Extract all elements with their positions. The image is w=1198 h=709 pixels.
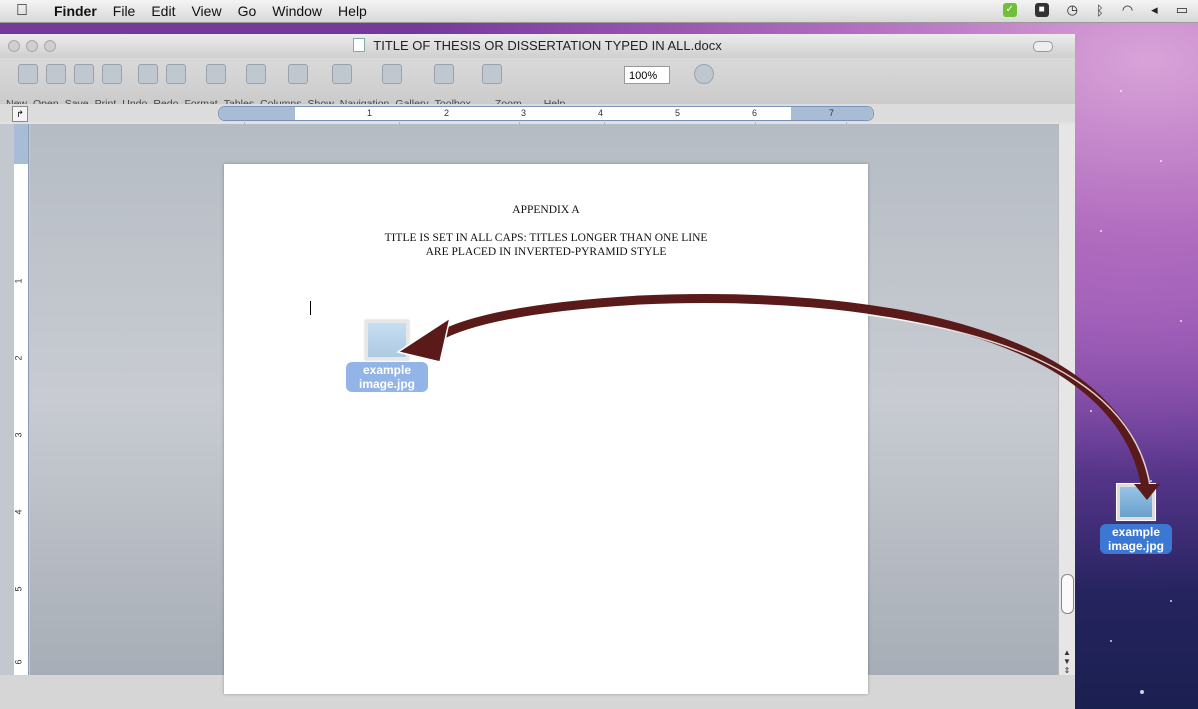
drag-arrow-highlight [639,304,1151,487]
drag-arrow [396,294,1160,500]
drag-arrow-head [396,316,452,363]
drag-arrow-path [431,294,1151,493]
drag-arrow-tail [1134,484,1160,500]
